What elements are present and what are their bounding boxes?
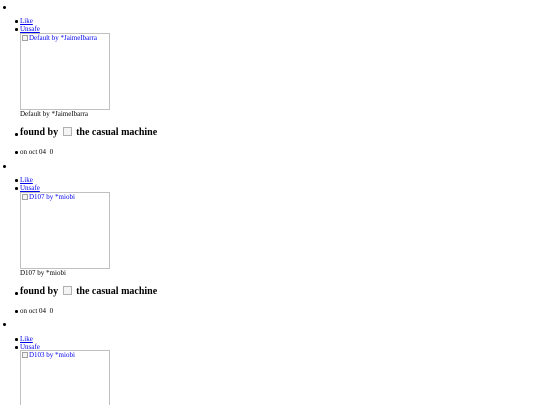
found-by-label: found by [20,286,59,297]
thumbnail-image[interactable]: D103 by *miobi [20,350,110,405]
broken-image-icon [22,194,28,200]
user-avatar-icon[interactable] [62,127,72,136]
list-bullet [15,292,18,295]
broken-image-icon [22,35,28,41]
list-bullet [15,20,18,23]
list-bullet [15,338,18,341]
image-caption: Default by *JaimeIbarra [20,110,89,118]
date-line: on oct 04 0 [20,307,53,315]
like-link[interactable]: Like [20,335,33,343]
image-caption: D107 by *miobi [20,269,66,277]
image-alt-label: D107 by *miobi [29,193,75,201]
finder-name[interactable]: the casual machine [76,286,157,297]
like-link[interactable]: Like [20,176,33,184]
broken-image-icon [22,352,28,358]
image-alt-text: D107 by *miobi [22,193,75,201]
like-link[interactable]: Like [20,17,33,25]
unsafe-link[interactable]: Unsafe [20,184,40,192]
date-line: on oct 04 0 [20,148,53,156]
list-bullet [15,28,18,31]
finder-name[interactable]: the casual machine [76,127,157,138]
image-alt-label: D103 by *miobi [29,351,75,359]
found-by-label: found by [20,127,59,138]
found-by-line: found by the casual machine [20,286,157,298]
list-bullet [3,323,6,326]
found-by-line: found by the casual machine [20,127,157,139]
list-bullet [15,310,18,313]
list-bullet [15,187,18,190]
list-bullet [3,165,6,168]
found-date: on oct 04 [20,307,47,315]
thumbnail-image[interactable]: Default by *JaimeIbarra [20,33,110,110]
image-alt-text: D103 by *miobi [22,351,75,359]
image-alt-label: Default by *JaimeIbarra [29,34,98,42]
thumbnail-image[interactable]: D107 by *miobi [20,192,110,269]
list-bullet [15,151,18,154]
comment-count: 0 [49,148,54,156]
list-bullet [15,133,18,136]
user-avatar-icon[interactable] [62,286,72,295]
comment-count: 0 [49,307,54,315]
list-bullet [3,6,6,9]
list-bullet [15,346,18,349]
found-date: on oct 04 [20,148,47,156]
unsafe-link[interactable]: Unsafe [20,25,40,33]
list-bullet [15,179,18,182]
image-alt-text: Default by *JaimeIbarra [22,34,97,42]
